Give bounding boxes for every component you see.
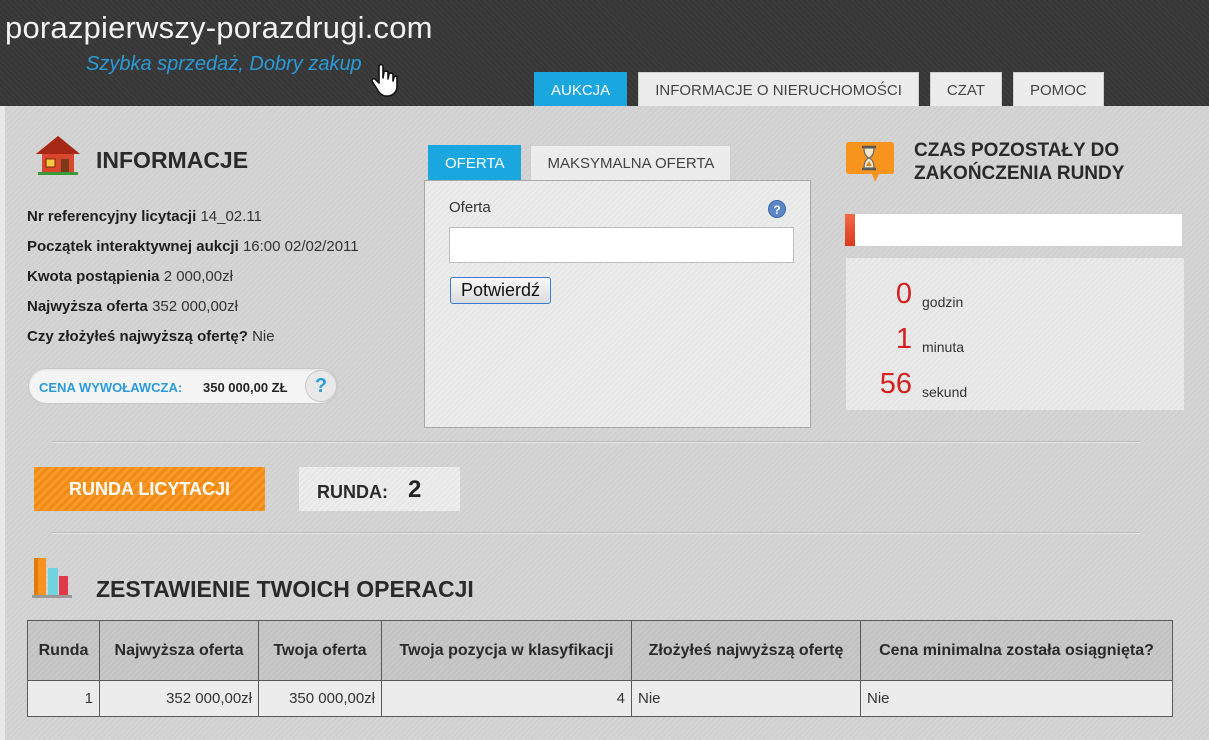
info-value: Nie xyxy=(252,328,275,345)
tab-maksymalna-oferta[interactable]: MAKSYMALNA OFERTA xyxy=(530,145,732,180)
tab-oferta[interactable]: OFERTA xyxy=(428,145,522,180)
auction-round-button[interactable]: RUNDA LICYTACJI xyxy=(34,467,265,511)
info-label: Początek interaktywnej aukcji xyxy=(27,238,239,255)
round-value: 2 xyxy=(408,476,422,503)
nav-tab-czat[interactable]: CZAT xyxy=(929,72,1002,106)
column-header-highest-offer: Najwyższa oferta xyxy=(99,620,259,681)
cell-highest-placed: Nie xyxy=(631,680,861,717)
info-row-start: Początek interaktywnej aukcji 16:00 02/0… xyxy=(27,238,359,268)
info-label: Kwota postąpienia xyxy=(27,268,160,285)
site-header: porazpierwszy-porazdrugi.com Szybka sprz… xyxy=(0,0,1209,106)
info-title: INFORMACJE xyxy=(96,147,249,173)
site-title[interactable]: porazpierwszy-porazdrugi.com xyxy=(5,10,433,46)
round-progress-fill xyxy=(845,214,856,246)
nav-tab-pomoc[interactable]: POMOC xyxy=(1012,72,1104,106)
hourglass-icon xyxy=(846,142,894,182)
divider xyxy=(52,532,1140,534)
confirm-button[interactable]: Potwierdź xyxy=(450,277,552,304)
info-label: Czy złożyłeś najwyższą ofertę? xyxy=(27,328,248,345)
main-nav: AUKCJA INFORMACJE O NIERUCHOMOŚCI CZAT P… xyxy=(534,72,1104,106)
round-indicator: RUNDA: 2 xyxy=(299,467,460,511)
info-list: Nr referencyjny licytacji 14_02.11 Począ… xyxy=(27,208,359,358)
column-header-your-offer: Twoja oferta xyxy=(258,620,382,681)
offer-panel: Oferta ? Potwierdź xyxy=(424,180,811,428)
offer-help-icon[interactable]: ? xyxy=(768,200,786,218)
nav-tab-informacje-o-nieruchomosci[interactable]: INFORMACJE O NIERUCHOMOŚCI xyxy=(638,72,919,106)
countdown-hours: 0 godzin xyxy=(846,278,1184,318)
column-header-position: Twoja pozycja w klasyfikacji xyxy=(381,620,632,681)
table-header-row: Runda Najwyższa oferta Twoja oferta Twoj… xyxy=(27,620,1173,681)
offer-tabs: OFERTA MAKSYMALNA OFERTA xyxy=(428,145,732,180)
countdown-minutes: 1 minuta xyxy=(846,323,1184,363)
column-header-min-price-reached: Cena minimalna została osiągnięta? xyxy=(860,620,1173,681)
starting-price-badge: CENA WYWOŁAWCZA: 350 000,00 ZŁ ? xyxy=(28,368,338,404)
bar-chart-icon xyxy=(32,558,72,598)
site-tagline: Szybka sprzedaż, Dobry zakup xyxy=(86,53,362,75)
table-row: 1 352 000,00zł 350 000,00zł 4 Nie Nie xyxy=(27,680,1173,717)
starting-price-help-icon[interactable]: ? xyxy=(305,370,337,402)
info-value: 16:00 02/02/2011 xyxy=(242,238,359,255)
offer-input[interactable] xyxy=(449,227,794,263)
starting-price-label: CENA WYWOŁAWCZA: xyxy=(39,380,183,395)
nav-tab-aukcja[interactable]: AUKCJA xyxy=(534,72,628,106)
divider xyxy=(52,441,1140,443)
countdown-panel: 0 godzin 1 minuta 56 sekund xyxy=(846,258,1184,410)
hand-pointer-icon xyxy=(371,63,398,97)
countdown-seconds: 56 sekund xyxy=(846,368,1184,408)
info-value: 14_02.11 xyxy=(200,208,262,225)
countdown-title: CZAS POZOSTAŁY DO ZAKOŃCZENIA RUNDY xyxy=(914,140,1125,184)
info-value: 352 000,00zł xyxy=(152,298,238,315)
cell-highest-offer: 352 000,00zł xyxy=(99,680,259,717)
starting-price-value: 350 000,00 ZŁ xyxy=(203,380,288,395)
minutes-value: 1 xyxy=(895,323,912,355)
cell-your-offer: 350 000,00zł xyxy=(258,680,382,717)
info-row-is-highest: Czy złożyłeś najwyższą ofertę? Nie xyxy=(27,328,359,358)
cell-position: 4 xyxy=(381,680,632,717)
column-header-highest-placed: Złożyłeś najwyższą ofertę xyxy=(631,620,861,681)
column-header-runda: Runda xyxy=(27,620,100,681)
seconds-value: 56 xyxy=(879,368,912,400)
cell-min-price-reached: Nie xyxy=(860,680,1173,717)
info-value: 2 000,00zł xyxy=(163,268,233,285)
cell-runda: 1 xyxy=(27,680,100,717)
minutes-unit: minuta xyxy=(922,339,965,355)
hours-unit: godzin xyxy=(922,294,964,310)
hours-value: 0 xyxy=(895,278,912,310)
info-label: Nr referencyjny licytacji xyxy=(27,208,197,225)
round-progress-bar xyxy=(844,213,1183,247)
offer-field-label: Oferta xyxy=(449,199,491,216)
info-row-highest-offer: Najwyższa oferta 352 000,00zł xyxy=(27,298,359,328)
house-icon xyxy=(36,136,80,175)
seconds-unit: sekund xyxy=(922,384,968,400)
info-row-increment: Kwota postąpienia 2 000,00zł xyxy=(27,268,359,298)
operations-table: Runda Najwyższa oferta Twoja oferta Twoj… xyxy=(27,620,1173,717)
info-row-ref: Nr referencyjny licytacji 14_02.11 xyxy=(27,208,359,238)
round-label: RUNDA: xyxy=(317,482,388,502)
operations-title: ZESTAWIENIE TWOICH OPERACJI xyxy=(96,576,474,602)
info-label: Najwyższa oferta xyxy=(27,298,148,315)
